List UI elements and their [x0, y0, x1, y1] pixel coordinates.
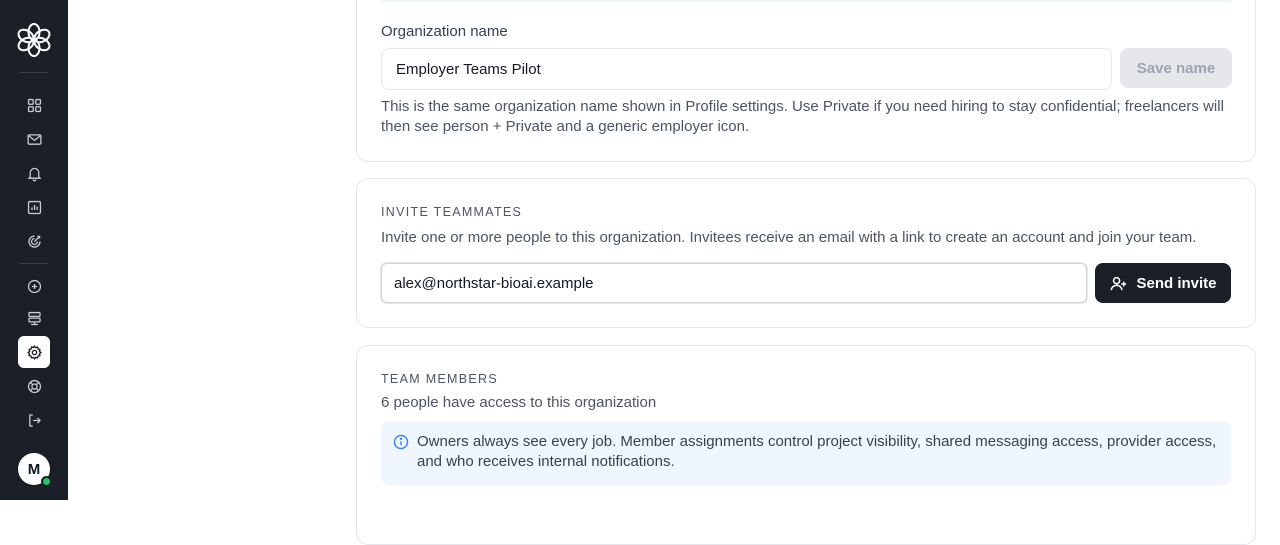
nav-help-lifebuoy-icon[interactable] — [18, 370, 50, 402]
invite-description: Invite one or more people to this organi… — [381, 229, 1197, 246]
nav-settings-gear-icon[interactable] — [18, 336, 50, 368]
avatar-initial: M — [27, 460, 41, 478]
organization-help-text: This is the same organization name shown… — [381, 98, 1224, 135]
invite-section-title: INVITE TEAMMATES — [381, 205, 523, 219]
nav-goals-target-icon[interactable] — [18, 225, 50, 257]
nav-analytics-chart-icon[interactable] — [18, 191, 50, 223]
organization-name-input[interactable]: Employer Teams Pilot — [381, 48, 1112, 90]
logo-icon[interactable] — [16, 22, 52, 58]
nav-create-plus-circle-icon[interactable] — [18, 270, 50, 302]
team-members-card: TEAM MEMBERS 6 people have access to thi… — [356, 345, 1256, 545]
send-invite-label: Send invite — [1136, 274, 1217, 292]
organization-name-card: Organization name Employer Teams Pilot S… — [356, 0, 1256, 162]
user-avatar[interactable]: M — [18, 453, 52, 487]
send-invite-button[interactable]: Send invite — [1095, 263, 1231, 303]
sidebar-divider — [20, 263, 48, 264]
sidebar-divider — [20, 72, 48, 73]
save-name-button[interactable]: Save name — [1120, 48, 1232, 88]
card-top-accent — [381, 0, 1231, 2]
nav-messages-mail-icon[interactable] — [18, 123, 50, 155]
team-count-text: 6 people have access to this organizatio… — [381, 394, 657, 411]
invite-teammates-card: INVITE TEAMMATES Invite one or more peop… — [356, 178, 1256, 328]
team-info-text: Owners always see every job. Member assi… — [417, 433, 1217, 470]
team-section-title: TEAM MEMBERS — [381, 372, 498, 386]
add-user-icon — [1111, 276, 1127, 290]
invite-email-input[interactable]: alex@northstar-bioai.example — [381, 263, 1087, 303]
info-icon — [393, 434, 409, 450]
sidebar: M — [0, 0, 68, 500]
nav-notifications-bell-icon[interactable] — [18, 157, 50, 189]
organization-name-value: Employer Teams Pilot — [396, 60, 541, 78]
nav-infrastructure-server-icon[interactable] — [18, 302, 50, 334]
nav-dashboard-grid-icon[interactable] — [18, 89, 50, 121]
online-status-dot — [41, 476, 52, 487]
invite-email-value: alex@northstar-bioai.example — [394, 274, 594, 292]
nav-logout-icon[interactable] — [18, 404, 50, 436]
organization-name-label: Organization name — [381, 23, 508, 40]
team-info-callout: Owners always see every job. Member assi… — [381, 421, 1231, 485]
